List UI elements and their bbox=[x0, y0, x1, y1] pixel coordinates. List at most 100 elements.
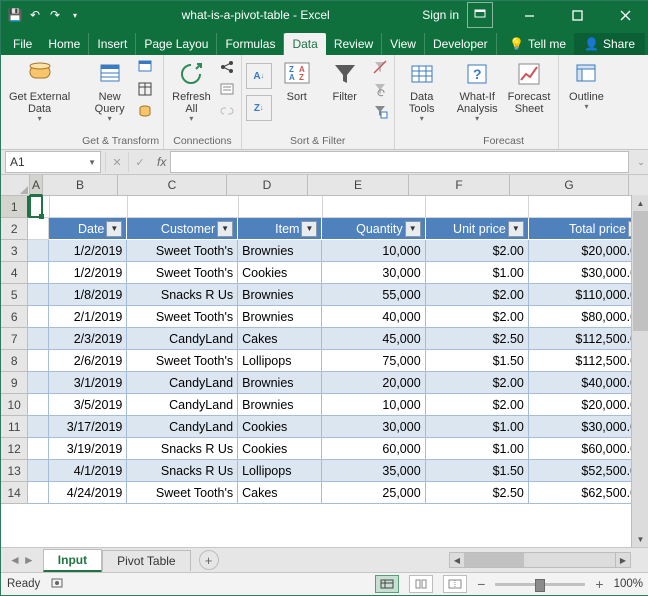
cell-customer[interactable]: CandyLand bbox=[127, 328, 238, 350]
fx-icon[interactable]: fx bbox=[157, 155, 166, 169]
view-page-break-icon[interactable] bbox=[443, 575, 467, 593]
cell-item[interactable]: Brownies bbox=[238, 394, 322, 416]
row-header-5[interactable]: 5 bbox=[1, 284, 28, 306]
scroll-right-icon[interactable]: ▶ bbox=[615, 553, 630, 567]
cell-unit[interactable]: $2.50 bbox=[426, 482, 529, 504]
scroll-up-icon[interactable]: ▲ bbox=[632, 195, 648, 211]
cell-qty[interactable]: 25,000 bbox=[322, 482, 425, 504]
view-normal-icon[interactable] bbox=[375, 575, 399, 593]
cell[interactable] bbox=[426, 196, 529, 218]
cell-item[interactable]: Brownies bbox=[238, 284, 322, 306]
cell-date[interactable]: 3/19/2019 bbox=[49, 438, 128, 460]
clear-filter-icon[interactable] bbox=[370, 57, 390, 77]
undo-icon[interactable]: ↶ bbox=[27, 7, 43, 23]
redo-icon[interactable]: ↷ bbox=[47, 7, 63, 23]
row-header-4[interactable]: 4 bbox=[1, 262, 28, 284]
cell-customer[interactable]: Sweet Tooth's bbox=[127, 350, 238, 372]
refresh-all-button[interactable]: Refresh All▾ bbox=[168, 57, 215, 126]
add-sheet-button[interactable]: + bbox=[199, 550, 219, 570]
cell-unit[interactable]: $1.50 bbox=[426, 350, 529, 372]
cell-customer[interactable]: Snacks R Us bbox=[127, 438, 238, 460]
cell-date[interactable]: 3/5/2019 bbox=[49, 394, 128, 416]
cell-item[interactable]: Cookies bbox=[238, 416, 322, 438]
cell-item[interactable]: Cookies bbox=[238, 438, 322, 460]
cell-item[interactable]: Brownies bbox=[238, 372, 322, 394]
tab-review[interactable]: Review bbox=[326, 33, 382, 55]
cell-unit[interactable]: $2.00 bbox=[426, 394, 529, 416]
zoom-level[interactable]: 100% bbox=[614, 578, 643, 590]
zoom-in-icon[interactable]: + bbox=[595, 576, 603, 592]
cell-qty[interactable]: 10,000 bbox=[322, 240, 425, 262]
cell-customer[interactable]: Sweet Tooth's bbox=[127, 262, 238, 284]
tab-developer[interactable]: Developer bbox=[425, 33, 497, 55]
cell-date[interactable]: 3/17/2019 bbox=[49, 416, 128, 438]
cell-unit[interactable]: $2.00 bbox=[426, 372, 529, 394]
cell-item[interactable]: Cakes bbox=[238, 482, 322, 504]
qat-customize-icon[interactable]: ▾ bbox=[67, 7, 83, 23]
tab-home[interactable]: Home bbox=[40, 33, 89, 55]
scroll-down-icon[interactable]: ▼ bbox=[632, 531, 648, 547]
zoom-out-icon[interactable]: − bbox=[477, 576, 485, 592]
cancel-formula-icon[interactable]: ✕ bbox=[105, 152, 128, 172]
cell-item[interactable]: Brownies bbox=[238, 240, 322, 262]
cell-item[interactable]: Lollipops bbox=[238, 350, 322, 372]
cell-customer[interactable]: Sweet Tooth's bbox=[127, 240, 238, 262]
row-header-11[interactable]: 11 bbox=[1, 416, 28, 438]
cell[interactable] bbox=[28, 372, 48, 394]
sort-za-icon[interactable]: Z↓ bbox=[246, 95, 272, 121]
cell-unit[interactable]: $1.00 bbox=[426, 438, 529, 460]
sheet-tab-input[interactable]: Input bbox=[43, 549, 102, 572]
cell[interactable] bbox=[128, 196, 239, 218]
name-box[interactable]: A1▼ bbox=[5, 151, 101, 173]
cell-unit[interactable]: $1.00 bbox=[426, 262, 529, 284]
cell-customer[interactable]: CandyLand bbox=[127, 416, 238, 438]
zoom-slider[interactable] bbox=[495, 583, 585, 586]
tab-data[interactable]: Data bbox=[284, 33, 325, 55]
tab-view[interactable]: View bbox=[382, 33, 425, 55]
row-header-1[interactable]: 1 bbox=[1, 196, 29, 218]
col-header-d[interactable]: D bbox=[227, 175, 308, 195]
cell-qty[interactable]: 55,000 bbox=[322, 284, 425, 306]
ribbon-options-icon[interactable] bbox=[467, 2, 493, 28]
cell-customer[interactable]: Snacks R Us bbox=[127, 284, 238, 306]
vertical-scrollbar[interactable]: ▲ ▼ bbox=[631, 195, 648, 547]
tab-insert[interactable]: Insert bbox=[89, 33, 136, 55]
cell[interactable] bbox=[50, 196, 129, 218]
formula-input[interactable] bbox=[170, 151, 629, 173]
cell[interactable] bbox=[28, 328, 48, 350]
cell-item[interactable]: Lollipops bbox=[238, 460, 322, 482]
cell-qty[interactable]: 35,000 bbox=[322, 460, 425, 482]
row-header-14[interactable]: 14 bbox=[1, 482, 28, 504]
scroll-left-icon[interactable]: ◀ bbox=[450, 553, 465, 567]
hscroll-thumb[interactable] bbox=[464, 553, 524, 567]
cell-date[interactable]: 1/2/2019 bbox=[49, 262, 128, 284]
table-header-customer[interactable]: Customer▼ bbox=[127, 218, 238, 240]
tab-file[interactable]: File bbox=[5, 33, 40, 55]
cell-unit[interactable]: $2.50 bbox=[426, 328, 529, 350]
minimize-button[interactable] bbox=[509, 1, 549, 29]
tell-me[interactable]: 💡Tell me bbox=[501, 33, 574, 55]
scroll-thumb[interactable] bbox=[633, 211, 648, 331]
col-header-g[interactable]: G bbox=[510, 175, 629, 195]
filter-dropdown-icon[interactable]: ▼ bbox=[508, 221, 524, 237]
filter-dropdown-icon[interactable]: ▼ bbox=[301, 221, 317, 237]
cell-qty[interactable]: 45,000 bbox=[322, 328, 425, 350]
cell-item[interactable]: Cookies bbox=[238, 262, 322, 284]
share-button[interactable]: 👤Share bbox=[574, 33, 645, 55]
get-external-data-button[interactable]: Get External Data▾ bbox=[5, 57, 74, 126]
cell[interactable] bbox=[28, 350, 48, 372]
cell-unit[interactable]: $1.00 bbox=[426, 416, 529, 438]
sort-az-icon[interactable]: A↓ bbox=[246, 63, 272, 89]
filter-dropdown-icon[interactable]: ▼ bbox=[405, 221, 421, 237]
col-header-c[interactable]: C bbox=[118, 175, 227, 195]
row-header-6[interactable]: 6 bbox=[1, 306, 28, 328]
maximize-button[interactable] bbox=[557, 1, 597, 29]
cell[interactable] bbox=[28, 482, 48, 504]
cell-customer[interactable]: CandyLand bbox=[127, 394, 238, 416]
cell-date[interactable]: 4/24/2019 bbox=[49, 482, 128, 504]
sheet-tab-pivot[interactable]: Pivot Table bbox=[102, 550, 190, 571]
cell-qty[interactable]: 10,000 bbox=[322, 394, 425, 416]
cell[interactable] bbox=[28, 416, 48, 438]
forecast-sheet-button[interactable]: Forecast Sheet bbox=[504, 57, 555, 117]
save-icon[interactable]: 💾 bbox=[7, 7, 23, 23]
